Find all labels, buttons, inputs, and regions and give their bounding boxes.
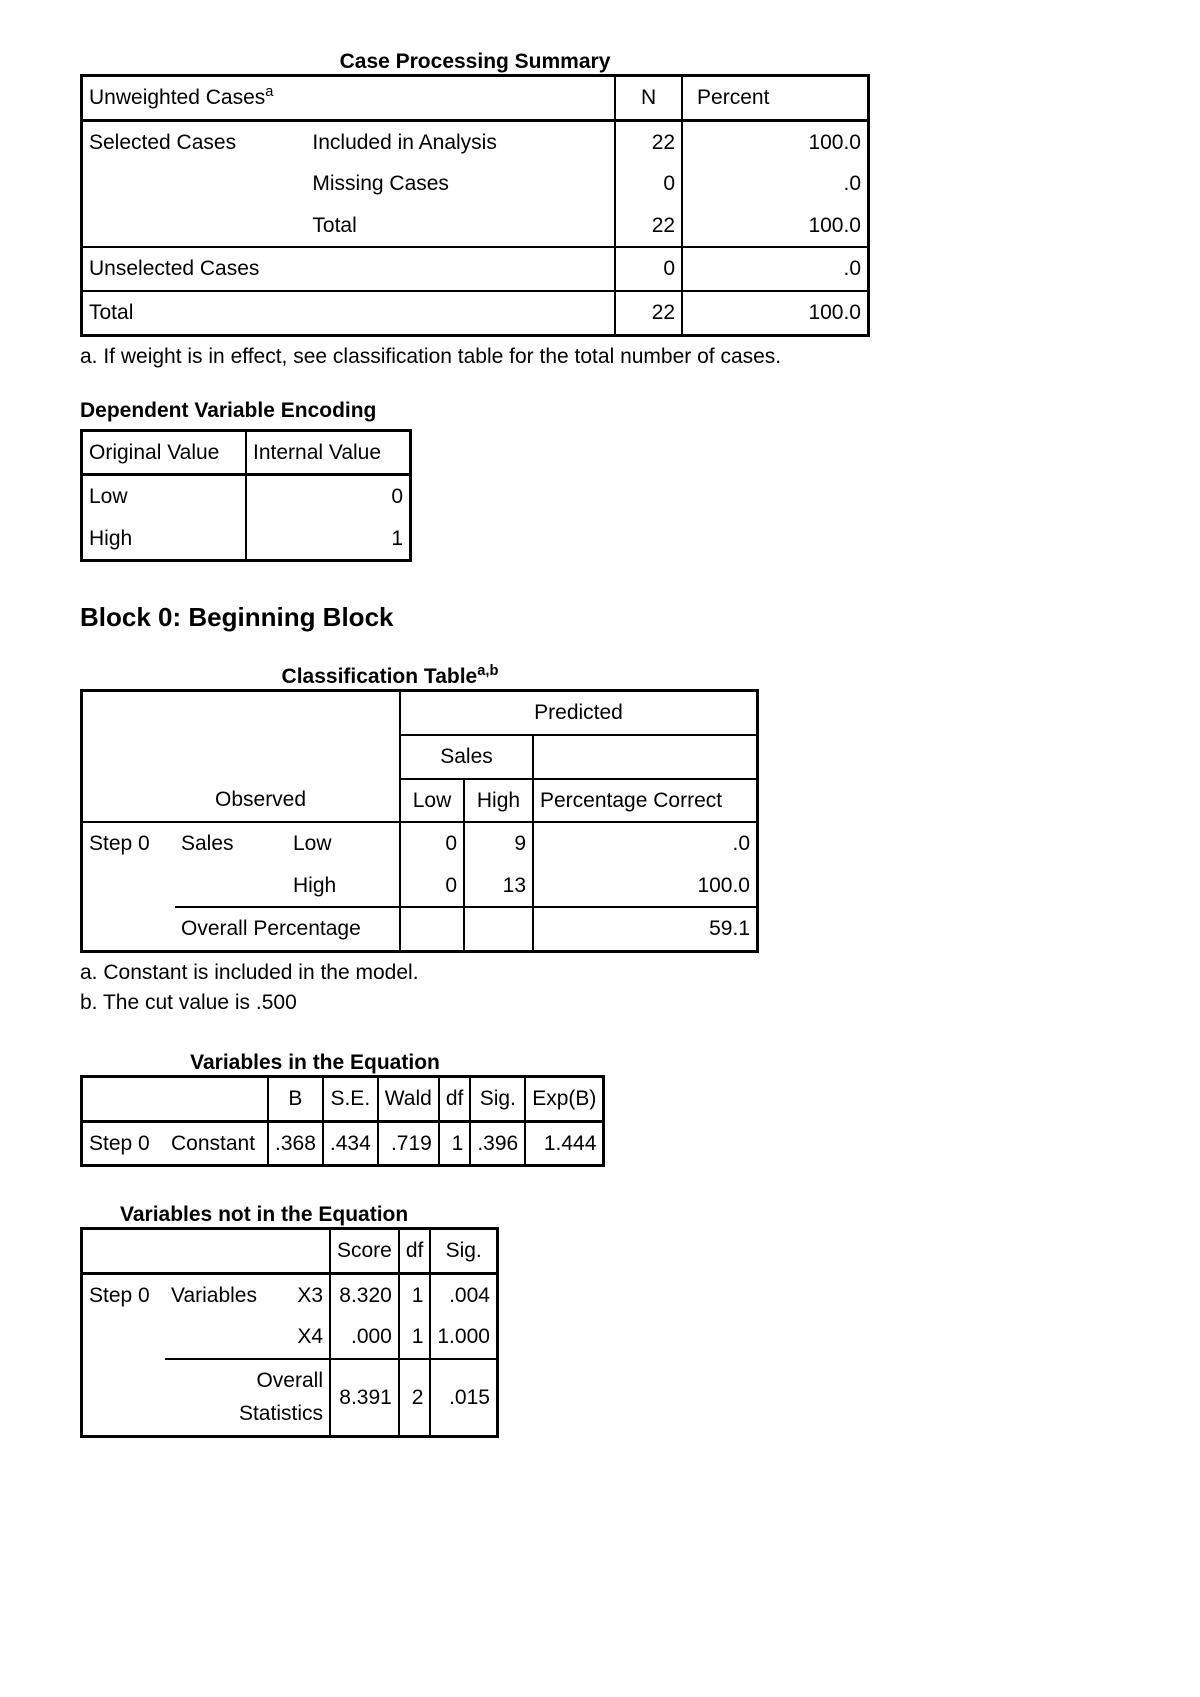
vne-score: 8.320	[330, 1273, 399, 1316]
vie-hdr-se: S.E.	[323, 1076, 378, 1121]
vie-wald: .719	[378, 1121, 439, 1166]
ct-footnote-b: b. The cut value is .500	[80, 991, 1120, 1015]
cps-row-p: 100.0	[682, 291, 868, 335]
dve-row-orig: High	[82, 518, 247, 561]
dependent-variable-encoding-table: Original Value Internal Value Low 0 High…	[80, 429, 412, 563]
ct-footnote-a: a. Constant is included in the model.	[80, 961, 1120, 985]
cps-row-a	[82, 205, 307, 248]
vie-hdr-expb: Exp(B)	[525, 1076, 604, 1121]
ct-row-high: 13	[464, 865, 533, 908]
cps-header-label: Unweighted Casesa	[82, 76, 616, 121]
vne-sig: 1.000	[430, 1316, 497, 1359]
vne-sig: .015	[430, 1359, 497, 1437]
ct-row-cat: Low	[287, 822, 400, 865]
cps-title: Case Processing Summary	[340, 50, 611, 73]
vie-expb: 1.444	[525, 1121, 604, 1166]
dve-header-internal: Internal Value	[246, 430, 411, 475]
ct-pc: Percentage Correct	[533, 779, 758, 823]
cps-row-b: Total	[306, 205, 615, 248]
cps-row-p: 100.0	[682, 205, 868, 248]
ct-row-pc: 100.0	[533, 865, 758, 908]
cps-row-n: 22	[615, 205, 682, 248]
vne-b	[165, 1316, 277, 1359]
cps-row-n: 0	[615, 247, 682, 291]
cps-row-a: Total	[82, 291, 616, 335]
vie-b: .368	[268, 1121, 323, 1166]
vne-a: Step 0	[82, 1273, 166, 1316]
vne-hdr-score: Score	[330, 1229, 399, 1274]
vne-b: Variables	[165, 1273, 277, 1316]
variables-not-in-equation-table: Score df Sig. Step 0 Variables X3 8.320 …	[80, 1227, 499, 1438]
ct-overall-pc: 59.1	[533, 907, 758, 951]
vne-hdr-sig: Sig.	[430, 1229, 497, 1274]
vie-title: Variables in the Equation	[190, 1051, 440, 1074]
ct-row-low: 0	[400, 822, 464, 865]
ct-high: High	[464, 779, 533, 823]
vie-hdr-b: B	[268, 1076, 323, 1121]
vie-hdr-df: df	[439, 1076, 471, 1121]
ct-title: Classification Tablea,b	[282, 665, 499, 688]
ct-sales: Sales	[400, 735, 533, 779]
cps-row-b: Missing Cases	[306, 163, 615, 205]
vne-df: 1	[399, 1316, 431, 1359]
vne-score: .000	[330, 1316, 399, 1359]
dve-row-internal: 0	[246, 475, 411, 518]
cps-footnote: a. If weight is in effect, see classific…	[80, 345, 1120, 369]
vie-hdr-wald: Wald	[378, 1076, 439, 1121]
vie-df: 1	[439, 1121, 471, 1166]
ct-row-pc: .0	[533, 822, 758, 865]
cps-row-p: .0	[682, 163, 868, 205]
ct-observed: Observed	[175, 779, 400, 823]
vne-a	[82, 1316, 166, 1359]
vne-title: Variables not in the Equation	[120, 1203, 408, 1226]
vne-c: X4	[277, 1316, 330, 1359]
ct-row-cat: High	[287, 865, 400, 908]
vne-hdr-df: df	[399, 1229, 431, 1274]
vie-sig: .396	[470, 1121, 525, 1166]
vne-score: 8.391	[330, 1359, 399, 1437]
dve-row-orig: Low	[82, 475, 247, 518]
case-processing-summary-table: Unweighted Casesa N Percent Selected Cas…	[80, 74, 870, 337]
variables-in-equation-table: B S.E. Wald df Sig. Exp(B) Step 0 Consta…	[80, 1075, 605, 1167]
vne-a	[82, 1359, 166, 1437]
cps-row-n: 22	[615, 120, 682, 163]
vie-se: .434	[323, 1121, 378, 1166]
vne-sig: .004	[430, 1273, 497, 1316]
cps-row-p: 100.0	[682, 120, 868, 163]
ct-row-low: 0	[400, 865, 464, 908]
cps-header-percent: Percent	[682, 76, 868, 121]
cps-header-n: N	[615, 76, 682, 121]
ct-sales-label: Sales	[175, 822, 287, 865]
cps-row-n: 22	[615, 291, 682, 335]
vne-df: 1	[399, 1273, 431, 1316]
block0-title: Block 0: Beginning Block	[80, 602, 1120, 633]
cps-row-n: 0	[615, 163, 682, 205]
ct-predicted: Predicted	[400, 691, 758, 735]
vie-var: Constant	[165, 1121, 268, 1166]
vne-df: 2	[399, 1359, 431, 1437]
cps-row-a: Selected Cases	[82, 120, 307, 163]
classification-table: Predicted Sales Observed Low High Percen…	[80, 689, 759, 953]
ct-row-high: 9	[464, 822, 533, 865]
vie-step: Step 0	[82, 1121, 166, 1166]
cps-row-p: .0	[682, 247, 868, 291]
vne-c: X3	[277, 1273, 330, 1316]
dve-title: Dependent Variable Encoding	[80, 399, 1120, 423]
ct-overall-label: Overall Percentage	[175, 907, 400, 951]
ct-low: Low	[400, 779, 464, 823]
ct-step0: Step 0	[82, 822, 176, 865]
vne-b: Overall Statistics	[165, 1359, 330, 1437]
cps-row-a: Unselected Cases	[82, 247, 616, 291]
cps-row-a	[82, 163, 307, 205]
dve-header-orig: Original Value	[82, 430, 247, 475]
cps-row-b: Included in Analysis	[306, 120, 615, 163]
dve-row-internal: 1	[246, 518, 411, 561]
vie-hdr-sig: Sig.	[470, 1076, 525, 1121]
